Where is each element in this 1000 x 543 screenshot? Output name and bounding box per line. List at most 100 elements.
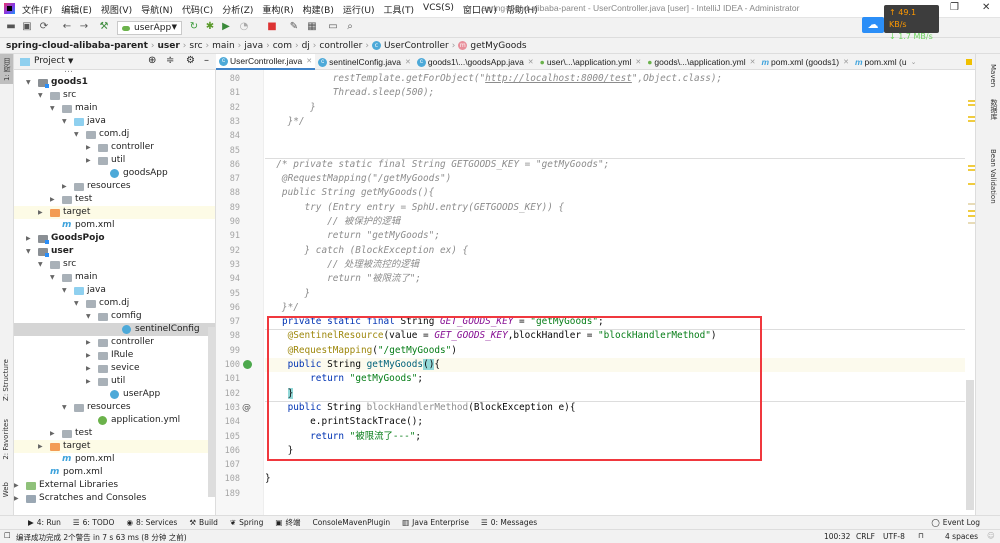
save-icon[interactable]: ▣ — [20, 21, 34, 32]
collapse-all-icon[interactable]: ≑ — [166, 55, 174, 66]
tree-item[interactable]: ▼ com.dj — [14, 297, 215, 310]
tree-item[interactable]: ▶ util — [14, 375, 215, 388]
back-icon[interactable]: ← — [60, 21, 74, 32]
code-line[interactable]: } catch (BlockException ex) { — [265, 244, 965, 258]
code-line[interactable]: Thread.sleep(500); — [265, 86, 965, 100]
tree-item[interactable]: ▼ comfig — [14, 310, 215, 323]
chevron-right-icon[interactable]: ▶ — [86, 362, 91, 375]
chevron-down-icon[interactable]: ▼ — [86, 310, 91, 323]
chevron-right-icon[interactable]: ▶ — [86, 141, 91, 154]
tree-item[interactable]: ▶ Scratches and Consoles — [14, 492, 215, 505]
tree-item[interactable]: userApp — [14, 388, 215, 401]
breadcrumb-item[interactable]: main — [212, 41, 235, 51]
code-line[interactable]: restTemplate.getForObject("http://localh… — [265, 72, 965, 86]
project-tool-button[interactable]: 1: 项目 — [2, 58, 12, 81]
close-icon[interactable]: ✕ — [750, 58, 756, 66]
inspection-status-icon[interactable] — [966, 59, 972, 65]
chevron-down-icon[interactable]: ▼ — [50, 271, 55, 284]
chevron-right-icon[interactable]: ▶ — [38, 440, 43, 453]
menu-item[interactable]: 工具(T) — [384, 3, 415, 16]
close-icon[interactable]: ✕ — [306, 57, 312, 65]
breadcrumb-item[interactable]: dj — [302, 41, 310, 51]
inspector-icon[interactable]: ☺ — [987, 531, 995, 540]
maximize-icon[interactable]: ❐ — [950, 2, 959, 13]
tree-item[interactable]: ▶ IRule — [14, 349, 215, 362]
code-line[interactable]: /* private static final String GETGOODS_… — [265, 158, 965, 172]
tree-item[interactable]: m pom.xml — [14, 453, 215, 466]
bean-validation-tool-button[interactable]: Bean Validation — [989, 149, 997, 204]
sync-icon[interactable]: ⟳ — [37, 21, 51, 32]
chevron-right-icon[interactable]: ▶ — [86, 349, 91, 362]
menu-item[interactable]: 视图(V) — [101, 3, 132, 16]
tool-window-build[interactable]: ⚒ Build — [189, 518, 218, 527]
search-icon[interactable]: ⌕ — [343, 21, 357, 32]
breadcrumb-item[interactable]: src — [189, 41, 202, 51]
menu-item[interactable]: 构建(B) — [303, 3, 334, 16]
tab-usercontroller-java[interactable]: c UserController.java ✕ — [216, 54, 316, 70]
tree-item[interactable]: ▼ resources — [14, 401, 215, 414]
tree-item[interactable]: ▶ External Libraries — [14, 479, 215, 492]
chevron-right-icon[interactable]: ▶ — [26, 232, 31, 245]
chevron-right-icon[interactable]: ▶ — [86, 375, 91, 388]
tab-user-application-yml[interactable]: ● user\...\application.yml ✕ — [537, 54, 645, 70]
chevron-down-icon[interactable]: ▼ — [50, 102, 55, 115]
open-folder-icon[interactable]: ▬ — [4, 21, 18, 32]
chevron-down-icon[interactable]: ▼ — [62, 401, 67, 414]
stop-icon[interactable]: ■ — [265, 21, 279, 32]
code-line[interactable]: public String getMyGoods(){ — [265, 186, 965, 200]
event-log-button[interactable]: ◯ Event Log — [931, 518, 980, 527]
code-line[interactable]: } — [265, 287, 965, 301]
status-toggle-icon[interactable]: ☐ — [4, 531, 11, 540]
tree-item[interactable]: ▼ src — [14, 258, 215, 271]
gear-icon[interactable]: ⚙ — [186, 55, 195, 66]
code-line[interactable]: return "getMyGoods"; — [265, 229, 965, 243]
tree-item[interactable]: ▼ src — [14, 89, 215, 102]
breadcrumb-item[interactable]: user — [157, 41, 179, 51]
tool-window--[interactable]: ▣ 终端 — [275, 517, 300, 528]
hide-icon[interactable]: – — [204, 55, 209, 66]
close-icon[interactable]: ✕ — [843, 58, 849, 66]
chevron-down-icon[interactable]: ▼ — [26, 76, 31, 89]
chevron-down-icon[interactable]: ⌄ — [911, 58, 917, 66]
structure-tool-button[interactable]: Z: Structure — [2, 359, 10, 401]
code-line[interactable]: } — [265, 101, 965, 115]
tab-pom-xml-goods-[interactable]: m pom.xml (goods1) ✕ — [758, 54, 851, 70]
menu-item[interactable]: 文件(F) — [22, 3, 52, 16]
code-line[interactable] — [265, 487, 965, 501]
chevron-down-icon[interactable]: ▼ — [62, 115, 67, 128]
tree-item[interactable]: ▶ controller — [14, 336, 215, 349]
line-separator[interactable]: CRLF — [856, 532, 875, 541]
tool-window-6-todo[interactable]: ☰ 6: TODO — [73, 518, 115, 527]
tree-item[interactable]: application.yml — [14, 414, 215, 427]
tool-window-8-services[interactable]: ◉ 8: Services — [126, 518, 177, 527]
code-line[interactable]: // 被保护的逻辑 — [265, 215, 965, 229]
override-at-icon[interactable]: @ — [242, 401, 251, 415]
chevron-right-icon[interactable]: ▶ — [86, 154, 91, 167]
code-line[interactable]: return "被限流了"; — [265, 272, 965, 286]
chevron-right-icon[interactable]: ▶ — [38, 206, 43, 219]
web-tool-button[interactable]: Web — [2, 482, 10, 497]
chevron-down-icon[interactable]: ▼ — [68, 57, 73, 65]
tab-sentinelconfig-java[interactable]: c sentinelConfig.java ✕ — [315, 54, 414, 70]
chevron-right-icon[interactable]: ▶ — [86, 336, 91, 349]
tree-item[interactable]: m pom.xml — [14, 466, 215, 479]
terminal-icon[interactable]: ▭ — [326, 21, 340, 32]
tab-pom-xml-u[interactable]: m pom.xml (u ⌄ — [852, 54, 919, 70]
breadcrumb-item[interactable]: controller — [319, 41, 362, 51]
tree-item[interactable]: ▼ java — [14, 115, 215, 128]
locate-icon[interactable]: ⊕ — [148, 55, 156, 66]
tab-goods-application-yml[interactable]: ● goods\...\application.yml ✕ — [644, 54, 758, 70]
tree-item[interactable]: ▼ goods1 — [14, 76, 215, 89]
chevron-right-icon[interactable]: ▶ — [14, 492, 19, 505]
chevron-down-icon[interactable]: ▼ — [38, 258, 43, 271]
close-icon[interactable]: ✕ — [405, 58, 411, 66]
tree-item[interactable]: ▼ java — [14, 284, 215, 297]
build-hammer-icon[interactable]: ⚒ — [97, 21, 111, 32]
chevron-right-icon[interactable]: ▶ — [14, 479, 19, 492]
chevron-right-icon[interactable]: ▶ — [62, 180, 67, 193]
tool-window-consolemavenplugin[interactable]: ConsoleMavenPlugin — [312, 518, 390, 527]
run-gutter-icon[interactable] — [243, 360, 252, 369]
chevron-right-icon[interactable]: ▶ — [50, 193, 55, 206]
breadcrumb-item[interactable]: java — [244, 41, 263, 51]
tree-item[interactable]: sentinelConfig — [14, 323, 215, 336]
